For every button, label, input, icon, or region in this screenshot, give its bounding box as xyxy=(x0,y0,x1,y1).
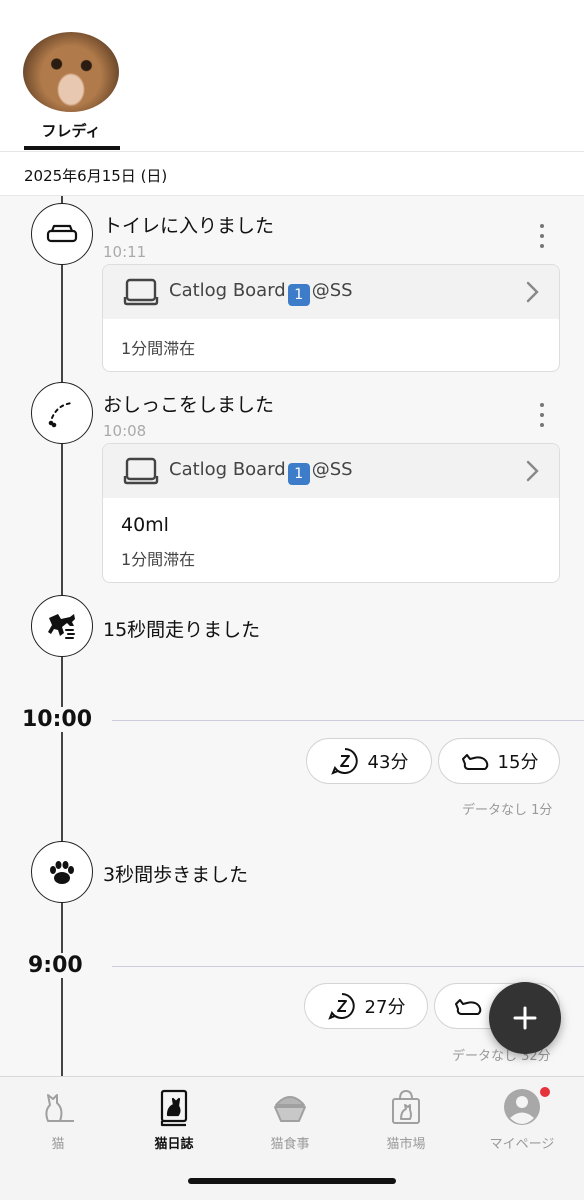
device-name: Catlog Board 1 @SS xyxy=(169,280,353,306)
more-dot xyxy=(540,224,544,228)
shopping-bag-icon xyxy=(392,1090,420,1124)
event-menu-button[interactable] xyxy=(532,403,552,427)
hour-label: 9:00 xyxy=(24,953,87,978)
sleep-duration: 27分 xyxy=(364,997,406,1018)
chevron-right-icon xyxy=(526,281,539,303)
more-dot xyxy=(540,413,544,417)
tab-food[interactable]: 猫食事 xyxy=(232,1077,348,1157)
device-card: Catlog Board 1 @SS 1分間滞在 xyxy=(102,264,560,372)
date-label: 2025年6月15日 (日) xyxy=(24,167,168,185)
event-title: 15秒間走りました xyxy=(103,619,261,641)
no-data-duration: データなし 1分 xyxy=(462,803,553,818)
device-number-badge: 1 xyxy=(287,284,310,306)
tab-label: 猫食事 xyxy=(270,1137,310,1152)
event-title: おしっこをしました xyxy=(103,394,275,416)
board-device-icon xyxy=(123,278,159,306)
hour-label: 10:00 xyxy=(18,707,97,732)
cat-name: フレディ xyxy=(41,122,101,140)
more-dot xyxy=(540,244,544,248)
cat-icon xyxy=(45,1094,74,1122)
tab-label: マイページ xyxy=(489,1137,555,1152)
running-cat-icon xyxy=(31,595,93,657)
profile-icon xyxy=(504,1089,540,1125)
sleep-summary-chip[interactable]: 27分 xyxy=(304,983,428,1029)
stay-duration: 1分間滞在 xyxy=(121,339,196,358)
more-dot xyxy=(540,234,544,238)
notification-badge xyxy=(538,1085,552,1099)
diary-icon xyxy=(160,1089,188,1127)
paw-icon xyxy=(31,841,93,903)
event-title: トイレに入りました xyxy=(103,215,275,237)
device-link[interactable]: Catlog Board 1 @SS xyxy=(103,444,559,498)
cat-selector-header: フレディ xyxy=(0,0,584,152)
tab-market[interactable]: 猫市場 xyxy=(348,1077,464,1157)
sleep-icon xyxy=(327,993,355,1020)
chevron-right-icon xyxy=(526,460,539,482)
rest-summary-chip[interactable]: 15分 xyxy=(438,738,560,784)
add-record-button[interactable] xyxy=(489,982,561,1054)
sleep-icon xyxy=(330,748,358,775)
tab-label: 猫 xyxy=(51,1137,65,1152)
event-menu-button[interactable] xyxy=(532,224,552,248)
tab-diary[interactable]: 猫日誌 xyxy=(116,1077,232,1157)
device-name: Catlog Board 1 @SS xyxy=(169,459,353,485)
rest-duration: 15分 xyxy=(497,752,539,773)
resting-cat-icon xyxy=(455,999,482,1015)
more-dot xyxy=(540,423,544,427)
tab-mypage[interactable]: マイページ xyxy=(464,1077,580,1157)
resting-cat-icon xyxy=(461,754,488,770)
cat-tab-freddy[interactable]: フレディ xyxy=(22,32,120,150)
board-device-icon xyxy=(123,457,159,485)
event-time: 10:08 xyxy=(103,422,147,440)
event-time: 10:11 xyxy=(103,243,147,261)
more-dot xyxy=(540,403,544,407)
plus-icon xyxy=(513,1006,537,1030)
food-bowl-icon xyxy=(274,1096,306,1122)
device-number-badge: 1 xyxy=(287,463,310,485)
home-indicator xyxy=(188,1178,396,1184)
urine-icon xyxy=(31,382,93,444)
stay-duration: 1分間滞在 xyxy=(121,550,196,569)
sleep-summary-chip[interactable]: 43分 xyxy=(306,738,432,784)
device-link[interactable]: Catlog Board 1 @SS xyxy=(103,265,559,319)
hour-divider xyxy=(112,966,584,967)
sleep-duration: 43分 xyxy=(367,752,409,773)
cat-avatar[interactable] xyxy=(23,32,119,112)
tab-label: 猫日誌 xyxy=(154,1137,194,1152)
urine-amount: 40ml xyxy=(121,514,169,536)
toilet-icon xyxy=(31,203,93,265)
date-header: 2025年6月15日 (日) xyxy=(0,152,584,196)
tab-cat[interactable]: 猫 xyxy=(0,1077,116,1157)
hour-divider xyxy=(112,720,584,721)
event-title: 3秒間歩きました xyxy=(103,864,249,886)
selected-cat-indicator xyxy=(24,146,120,150)
device-card: Catlog Board 1 @SS 40ml 1分間滞在 xyxy=(102,443,560,583)
tab-label: 猫市場 xyxy=(386,1137,426,1152)
